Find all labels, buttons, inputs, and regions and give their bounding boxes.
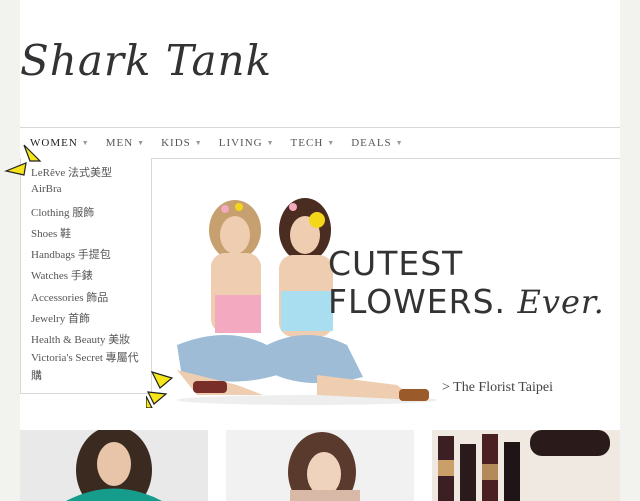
headline-flowers: FLOWERS. bbox=[328, 282, 507, 321]
arrow-pointer-icon bbox=[4, 144, 42, 176]
nav-item-kids[interactable]: KIDS ▼ bbox=[161, 137, 203, 149]
site-logo[interactable]: Shark Tank bbox=[20, 36, 272, 85]
chevron-down-icon: ▼ bbox=[395, 139, 404, 147]
women-dropdown-menu: LeRêve 法式美型 AirBra Clothing 服飾 Shoes 鞋 H… bbox=[20, 158, 152, 394]
chevron-down-icon: ▼ bbox=[194, 139, 203, 147]
dropdown-item-jewelry[interactable]: Jewelry 首飾 bbox=[31, 310, 90, 326]
chevron-down-icon: ▼ bbox=[327, 139, 336, 147]
arrow-pointer-icon bbox=[146, 371, 174, 408]
model-teal-blouse-image bbox=[66, 430, 162, 501]
dropdown-item-victorias-secret[interactable]: Victoria's Secret 專屬代購 bbox=[31, 349, 141, 385]
dropdown-item-handbags[interactable]: Handbags 手提包 bbox=[31, 246, 111, 262]
florist-link[interactable]: > The Florist Taipei bbox=[442, 380, 553, 396]
nav-item-men[interactable]: MEN ▼ bbox=[106, 137, 145, 149]
nav-item-tech[interactable]: TECH ▼ bbox=[291, 137, 336, 149]
nav-label: MEN bbox=[105, 137, 134, 149]
product-thumbnail-portrait[interactable] bbox=[226, 430, 414, 501]
hero-banner[interactable]: CUTEST FLOWERS. Ever. > The Florist Taip… bbox=[152, 185, 620, 405]
dropdown-item-health-beauty[interactable]: Health & Beauty 美妝 bbox=[31, 331, 130, 347]
product-thumbnail-wine[interactable] bbox=[432, 430, 620, 501]
nav-label: LIVING bbox=[218, 137, 263, 149]
headline-ever: Ever. bbox=[517, 283, 605, 321]
nav-item-living[interactable]: LIVING ▼ bbox=[219, 137, 275, 149]
dropdown-item-watches[interactable]: Watches 手錶 bbox=[31, 267, 93, 283]
nav-label: DEALS bbox=[351, 137, 392, 149]
product-thumbnail-blouse[interactable] bbox=[20, 430, 208, 501]
content-panel: Shark Tank WOMEN ▼ MEN ▼ KIDS ▼ LIVING ▼… bbox=[4, 0, 620, 501]
page: Shark Tank WOMEN ▼ MEN ▼ KIDS ▼ LIVING ▼… bbox=[0, 0, 640, 501]
main-nav: WOMEN ▼ MEN ▼ KIDS ▼ LIVING ▼ TECH ▼ DEA… bbox=[20, 127, 620, 159]
nav-label: KIDS bbox=[161, 137, 191, 149]
chevron-down-icon: ▼ bbox=[266, 139, 275, 147]
model-portrait-image bbox=[288, 432, 360, 501]
nav-label: TECH bbox=[290, 137, 324, 149]
wine-bottles-image bbox=[432, 430, 620, 501]
hero-headline: CUTEST FLOWERS. Ever. bbox=[328, 244, 605, 322]
dropdown-item-shoes[interactable]: Shoes 鞋 bbox=[31, 225, 71, 241]
dropdown-item-accessories[interactable]: Accessories 飾品 bbox=[31, 289, 108, 305]
dropdown-item-clothing[interactable]: Clothing 服飾 bbox=[31, 204, 94, 220]
chevron-down-icon: ▼ bbox=[81, 139, 90, 147]
dropdown-item-airbra[interactable]: AirBra bbox=[31, 183, 62, 195]
headline-line-1: CUTEST bbox=[328, 244, 464, 283]
chevron-down-icon: ▼ bbox=[137, 139, 146, 147]
headline-line-2: FLOWERS. Ever. bbox=[328, 282, 605, 322]
nav-item-deals[interactable]: DEALS ▼ bbox=[351, 137, 403, 149]
